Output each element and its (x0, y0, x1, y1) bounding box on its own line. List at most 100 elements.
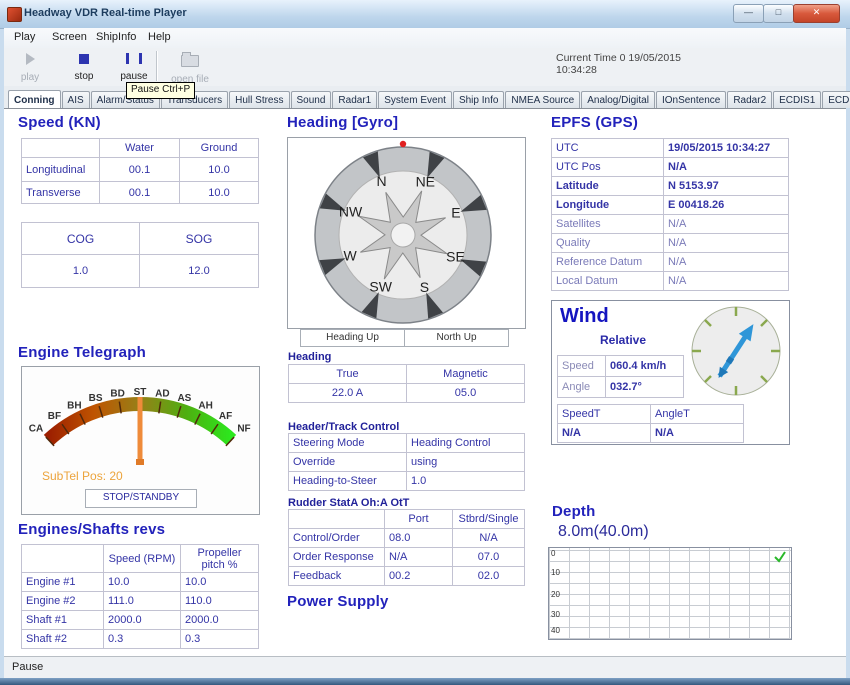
app-icon (7, 7, 22, 22)
wind-speedt-value: N/A (558, 424, 651, 443)
wind-anglet-value: N/A (651, 424, 744, 443)
tab-system-event[interactable]: System Event (378, 91, 452, 108)
play-button[interactable]: play (8, 50, 52, 84)
wind-panel: Wind Relative Speed 060.4 km/h Angle 032… (551, 300, 790, 445)
heading-true-value: 22.0 A (289, 384, 407, 403)
tab-ecdis2[interactable]: ECDIS2 (822, 91, 850, 108)
epfs-table: UTC19/05/2015 10:34:27 UTC PosN/A Latitu… (551, 138, 789, 291)
speed-row-label: Longitudinal (22, 158, 100, 182)
cog-value: 1.0 (22, 255, 140, 288)
speed-col-water: Water (100, 139, 180, 158)
power-supply-title: Power Supply (287, 593, 389, 610)
svg-text:BD: BD (110, 389, 124, 400)
telegraph-needle-base (136, 459, 144, 465)
svg-text:BF: BF (48, 411, 61, 422)
track-control-table: Steering ModeHeading Control Overrideusi… (288, 433, 525, 491)
menu-shipinfo[interactable]: ShipInfo (92, 31, 140, 43)
track-control-title: Header/Track Control (288, 421, 399, 433)
epfs-title: EPFS (GPS) (551, 114, 638, 131)
svg-text:N: N (377, 173, 387, 189)
depth-grid: 0 10 20 30 40 (548, 547, 792, 640)
svg-text:NE: NE (416, 174, 435, 190)
tab-radar1[interactable]: Radar1 (332, 91, 377, 108)
svg-text:AS: AS (177, 393, 191, 404)
tab-ship-info[interactable]: Ship Info (453, 91, 504, 108)
speed-row-label: Transverse (22, 182, 100, 204)
play-icon (26, 53, 35, 65)
depth-value: 8.0m(40.0m) (558, 523, 649, 541)
tab-ionsentence[interactable]: IOnSentence (656, 91, 726, 108)
engines-title: Engines/Shafts revs (18, 521, 165, 538)
cog-header: COG (22, 223, 140, 255)
svg-text:AD: AD (155, 389, 169, 400)
svg-text:ST: ST (134, 387, 147, 398)
svg-text:SW: SW (369, 279, 392, 295)
menu-bar: Play Screen ShipInfo Help (4, 28, 846, 49)
menu-screen[interactable]: Screen (48, 31, 91, 43)
wind-angle-value: 032.7° (606, 377, 684, 398)
tab-conning[interactable]: Conning (8, 90, 61, 108)
wind-speed-value: 060.4 km/h (606, 356, 684, 377)
menu-play[interactable]: Play (10, 31, 39, 43)
stop-standby-button[interactable]: STOP/STANDBY (85, 489, 197, 508)
heading-magnetic-value: 05.0 (407, 384, 525, 403)
tab-ecdis1[interactable]: ECDIS1 (773, 91, 821, 108)
tab-hull-stress[interactable]: Hull Stress (229, 91, 289, 108)
tab-ais[interactable]: AIS (62, 91, 90, 108)
compass-rose: N NE E SE S SW W NW (288, 138, 525, 328)
current-time: Current Time 0 19/05/2015 10:34:28 (556, 52, 681, 76)
window-title: Headway VDR Real-time Player (24, 7, 187, 19)
heading-marker-dot (400, 141, 406, 147)
tab-sound[interactable]: Sound (291, 91, 332, 108)
heading-table: True Magnetic 22.0 A 05.0 (288, 364, 525, 403)
sog-header: SOG (140, 223, 259, 255)
wind-title: Wind (560, 305, 609, 328)
rudder-table: Port Stbrd/Single Control/Order08.0N/A O… (288, 509, 525, 586)
title-bar[interactable]: Headway VDR Real-time Player — □ ✕ (0, 0, 850, 29)
tab-radar2[interactable]: Radar2 (727, 91, 772, 108)
north-up-button[interactable]: North Up (404, 329, 509, 347)
menu-help[interactable]: Help (144, 31, 175, 43)
svg-text:SE: SE (446, 248, 465, 264)
svg-text:W: W (343, 247, 357, 263)
svg-text:AF: AF (219, 411, 232, 422)
pause-tooltip: Pause Ctrl+P (126, 82, 195, 99)
wind-mode: Relative (600, 333, 646, 347)
stop-icon (79, 54, 89, 64)
maximize-button[interactable]: □ (763, 4, 794, 23)
svg-text:NW: NW (339, 204, 363, 220)
close-button[interactable]: ✕ (793, 4, 840, 23)
wind-rel-table: Speed 060.4 km/h Angle 032.7° (557, 355, 684, 398)
rudder-title: Rudder StatA Oh:A OtT (288, 497, 409, 509)
open-file-button[interactable]: open file (164, 50, 216, 84)
engine-telegraph-title: Engine Telegraph (18, 344, 146, 361)
engine-telegraph-panel: CA BF BH BS BD ST AD AS AH AF NF SubTel … (21, 366, 260, 515)
svg-text:AH: AH (198, 401, 212, 412)
engines-table: Speed (RPM) Propeller pitch % Engine #11… (21, 544, 259, 649)
svg-text:E: E (451, 205, 460, 221)
heading-up-button[interactable]: Heading Up (300, 329, 405, 347)
depth-trace-mark (773, 550, 787, 564)
stop-button[interactable]: stop (62, 50, 106, 84)
depth-title: Depth (552, 503, 596, 520)
svg-text:S: S (420, 279, 429, 295)
speed-table: Water Ground Longitudinal 00.1 10.0 Tran… (21, 138, 259, 204)
speed-title: Speed (KN) (18, 114, 101, 131)
gyro-panel: N NE E SE S SW W NW (287, 137, 526, 329)
engines-col-pitch: Propeller pitch % (181, 545, 259, 573)
subtel-pos: SubTel Pos: 20 (42, 469, 123, 483)
engines-col-speed: Speed (RPM) (104, 545, 181, 573)
wind-true-table: SpeedTAngleT N/A N/A (557, 404, 744, 443)
wind-dial (686, 303, 786, 403)
svg-text:BS: BS (89, 393, 103, 404)
tab-analog-digital[interactable]: Analog/Digital (581, 91, 655, 108)
toolbar-separator (156, 51, 158, 81)
tab-nmea-source[interactable]: NMEA Source (505, 91, 580, 108)
svg-text:NF: NF (237, 424, 250, 435)
speed-col-ground: Ground (180, 139, 259, 158)
window-frame-bottom (0, 678, 850, 685)
pause-icon (126, 53, 142, 64)
svg-text:BH: BH (67, 401, 81, 412)
minimize-button[interactable]: — (733, 4, 764, 23)
pause-button[interactable]: pause (112, 50, 156, 84)
